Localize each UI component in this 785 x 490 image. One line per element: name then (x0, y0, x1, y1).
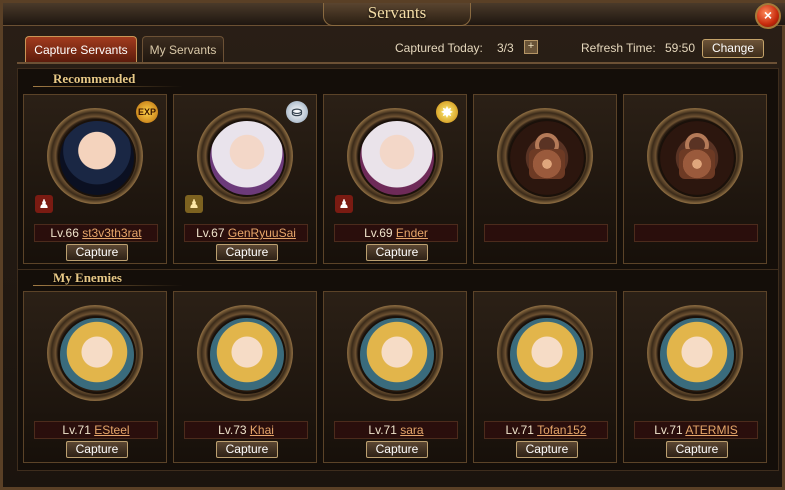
capture-button[interactable]: Capture (666, 441, 728, 458)
close-icon: × (763, 7, 773, 23)
padlock-icon (508, 119, 586, 197)
recommended-card: ✸ ♟ Lv.69 Ender Capture (323, 94, 467, 264)
player-level: Lv.69 (364, 226, 393, 240)
capture-button[interactable]: Capture (216, 244, 278, 261)
enemy-portrait (508, 316, 586, 394)
servants-window: Servants × Capture Servants My Servants … (0, 0, 785, 490)
my-enemies-label: My Enemies (53, 270, 122, 285)
plus-icon: + (527, 40, 535, 52)
padlock-icon (658, 119, 736, 197)
enemy-card: Lv.71 ATERMIS Capture (623, 291, 767, 463)
refresh-time-label: Refresh Time: (581, 41, 656, 55)
captured-today-label: Captured Today: (395, 41, 483, 55)
gold-warrior-icon: ♟ (185, 195, 203, 213)
enemy-card: Lv.71 ESteel Capture (23, 291, 167, 463)
player-name-link[interactable]: st3v3th3rat (82, 226, 141, 240)
player-level: Lv.67 (196, 226, 225, 240)
enemy-namebar: Lv.71 ATERMIS (634, 421, 758, 439)
capture-button[interactable]: Capture (366, 244, 428, 261)
enemy-level: Lv.71 (368, 423, 397, 437)
player-portrait (58, 119, 136, 197)
enemy-name-link[interactable]: sara (400, 423, 423, 437)
refresh-time-value: 59:50 (665, 41, 696, 55)
close-button[interactable]: × (755, 3, 781, 29)
enemy-namebar: Lv.73 Khai (184, 421, 308, 439)
red-warrior-icon: ♟ (35, 195, 53, 213)
enemy-level: Lv.71 (505, 423, 534, 437)
player-name-link[interactable]: Ender (396, 226, 428, 240)
player-portrait (208, 119, 286, 197)
capture-button[interactable]: Capture (216, 441, 278, 458)
tab-capture-servants[interactable]: Capture Servants (25, 36, 137, 63)
enemy-portrait (358, 316, 436, 394)
exp-icon: EXP (136, 101, 158, 123)
enemy-namebar: Lv.71 ESteel (34, 421, 158, 439)
captured-today-value: 3/3 (497, 41, 514, 55)
enemy-namebar: Lv.71 sara (334, 421, 458, 439)
window-title: Servants (323, 3, 471, 26)
player-portrait (358, 119, 436, 197)
enemy-name-link[interactable]: ATERMIS (685, 423, 737, 437)
enemy-level: Lv.71 (654, 423, 683, 437)
enemy-namebar: Lv.71 Tofan152 (484, 421, 608, 439)
empty-namebar (484, 224, 608, 242)
locked-slot-card (473, 94, 617, 264)
locked-slot-card (623, 94, 767, 264)
enemy-card: Lv.73 Khai Capture (173, 291, 317, 463)
enemy-card: Lv.71 Tofan152 Capture (473, 291, 617, 463)
capture-button[interactable]: Capture (516, 441, 578, 458)
tab-divider (17, 62, 777, 64)
silver-coin-icon: ⛀ (286, 101, 308, 123)
capture-button[interactable]: Capture (66, 244, 128, 261)
change-button[interactable]: Change (702, 39, 764, 58)
enemy-card: Lv.71 sara Capture (323, 291, 467, 463)
recommended-card: ⛀ ♟ Lv.67 GenRyuuSai Capture (173, 94, 317, 264)
enemy-name-link[interactable]: Tofan152 (537, 423, 586, 437)
padlock-body (679, 149, 715, 179)
star-icon: ✸ (436, 101, 458, 123)
player-namebar: Lv.66 st3v3th3rat (34, 224, 158, 242)
padlock-body (529, 149, 565, 179)
enemy-portrait (58, 316, 136, 394)
player-name-link[interactable]: GenRyuuSai (228, 226, 296, 240)
player-level: Lv.66 (50, 226, 79, 240)
enemy-level: Lv.71 (62, 423, 91, 437)
empty-namebar (634, 224, 758, 242)
enemy-portrait (658, 316, 736, 394)
recommended-label: Recommended (53, 71, 136, 86)
player-namebar: Lv.69 Ender (334, 224, 458, 242)
red-warrior-icon: ♟ (335, 195, 353, 213)
player-namebar: Lv.67 GenRyuuSai (184, 224, 308, 242)
capture-button[interactable]: Capture (66, 441, 128, 458)
enemy-level: Lv.73 (218, 423, 247, 437)
enemy-portrait (208, 316, 286, 394)
tab-my-servants[interactable]: My Servants (142, 36, 224, 63)
enemy-name-link[interactable]: ESteel (94, 423, 129, 437)
add-capture-button[interactable]: + (524, 40, 538, 54)
recommended-card: EXP ♟ Lv.66 st3v3th3rat Capture (23, 94, 167, 264)
enemy-name-link[interactable]: Khai (250, 423, 274, 437)
capture-button[interactable]: Capture (366, 441, 428, 458)
